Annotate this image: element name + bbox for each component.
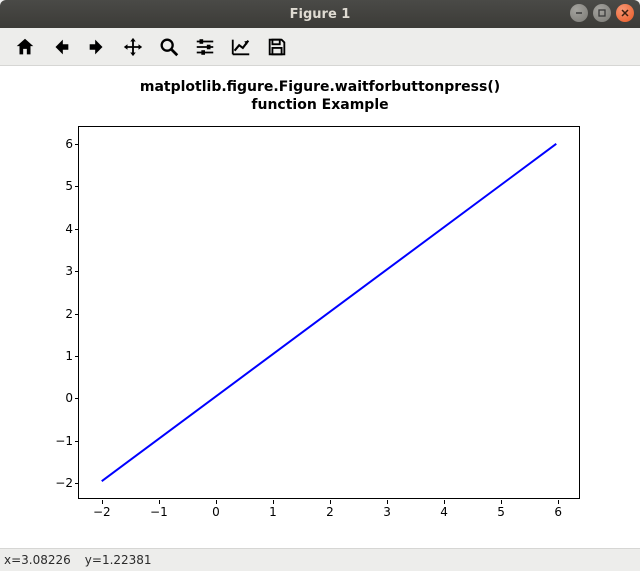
window-title: Figure 1	[290, 7, 351, 22]
y-tick-label: 6	[47, 137, 73, 151]
plot-canvas[interactable]: matplotlib.figure.Figure.waitforbuttonpr…	[0, 66, 640, 548]
y-tick-label: 4	[47, 222, 73, 236]
y-tick-label: −2	[47, 476, 73, 490]
x-tick-label: 0	[212, 505, 220, 519]
line-plot	[79, 127, 579, 498]
x-tick-mark	[273, 500, 274, 504]
arrow-left-icon	[50, 36, 72, 58]
home-button[interactable]	[8, 31, 42, 63]
x-tick-mark	[330, 500, 331, 504]
window-controls	[570, 4, 634, 22]
sliders-icon	[194, 36, 216, 58]
move-icon	[122, 36, 144, 58]
y-tick-label: 1	[47, 349, 73, 363]
chart-axes: 6 5 4 3 2 1 0 −1 −2 −2 −1 0 1 2 3 4 5 6	[78, 126, 580, 499]
x-tick-label: 1	[269, 505, 277, 519]
back-button[interactable]	[44, 31, 78, 63]
minimize-button[interactable]	[570, 4, 588, 22]
chart-title-line2: function Example	[251, 97, 388, 113]
x-tick-mark	[558, 500, 559, 504]
zoom-button[interactable]	[152, 31, 186, 63]
y-tick-label: 0	[47, 391, 73, 405]
data-line	[102, 144, 557, 481]
x-tick-mark	[216, 500, 217, 504]
x-tick-mark	[387, 500, 388, 504]
pan-button[interactable]	[116, 31, 150, 63]
y-tick-label: −1	[47, 434, 73, 448]
x-tick-label: 3	[383, 505, 391, 519]
maximize-button[interactable]	[593, 4, 611, 22]
y-tick-label: 2	[47, 307, 73, 321]
x-tick-mark	[102, 500, 103, 504]
status-y: y=1.22381	[85, 553, 152, 567]
x-tick-label: −1	[150, 505, 168, 519]
edit-axes-button[interactable]	[224, 31, 258, 63]
save-button[interactable]	[260, 31, 294, 63]
y-tick-label: 5	[47, 179, 73, 193]
window-titlebar: Figure 1	[0, 0, 640, 28]
chart-title-line1: matplotlib.figure.Figure.waitforbuttonpr…	[140, 79, 500, 95]
matplotlib-toolbar	[0, 28, 640, 66]
zoom-icon	[158, 36, 180, 58]
save-icon	[266, 36, 288, 58]
home-icon	[14, 36, 36, 58]
x-tick-label: 5	[497, 505, 505, 519]
arrow-right-icon	[86, 36, 108, 58]
x-tick-label: 6	[554, 505, 562, 519]
forward-button[interactable]	[80, 31, 114, 63]
status-x: x=3.08226	[4, 553, 71, 567]
close-button[interactable]	[616, 4, 634, 22]
x-tick-label: −2	[93, 505, 111, 519]
x-tick-label: 4	[440, 505, 448, 519]
x-tick-mark	[444, 500, 445, 504]
x-tick-label: 2	[326, 505, 334, 519]
chart-line-icon	[230, 36, 252, 58]
configure-subplots-button[interactable]	[188, 31, 222, 63]
status-bar: x=3.08226 y=1.22381	[0, 548, 640, 571]
x-tick-mark	[501, 500, 502, 504]
chart-title: matplotlib.figure.Figure.waitforbuttonpr…	[0, 79, 640, 114]
y-tick-label: 3	[47, 264, 73, 278]
x-tick-mark	[159, 500, 160, 504]
